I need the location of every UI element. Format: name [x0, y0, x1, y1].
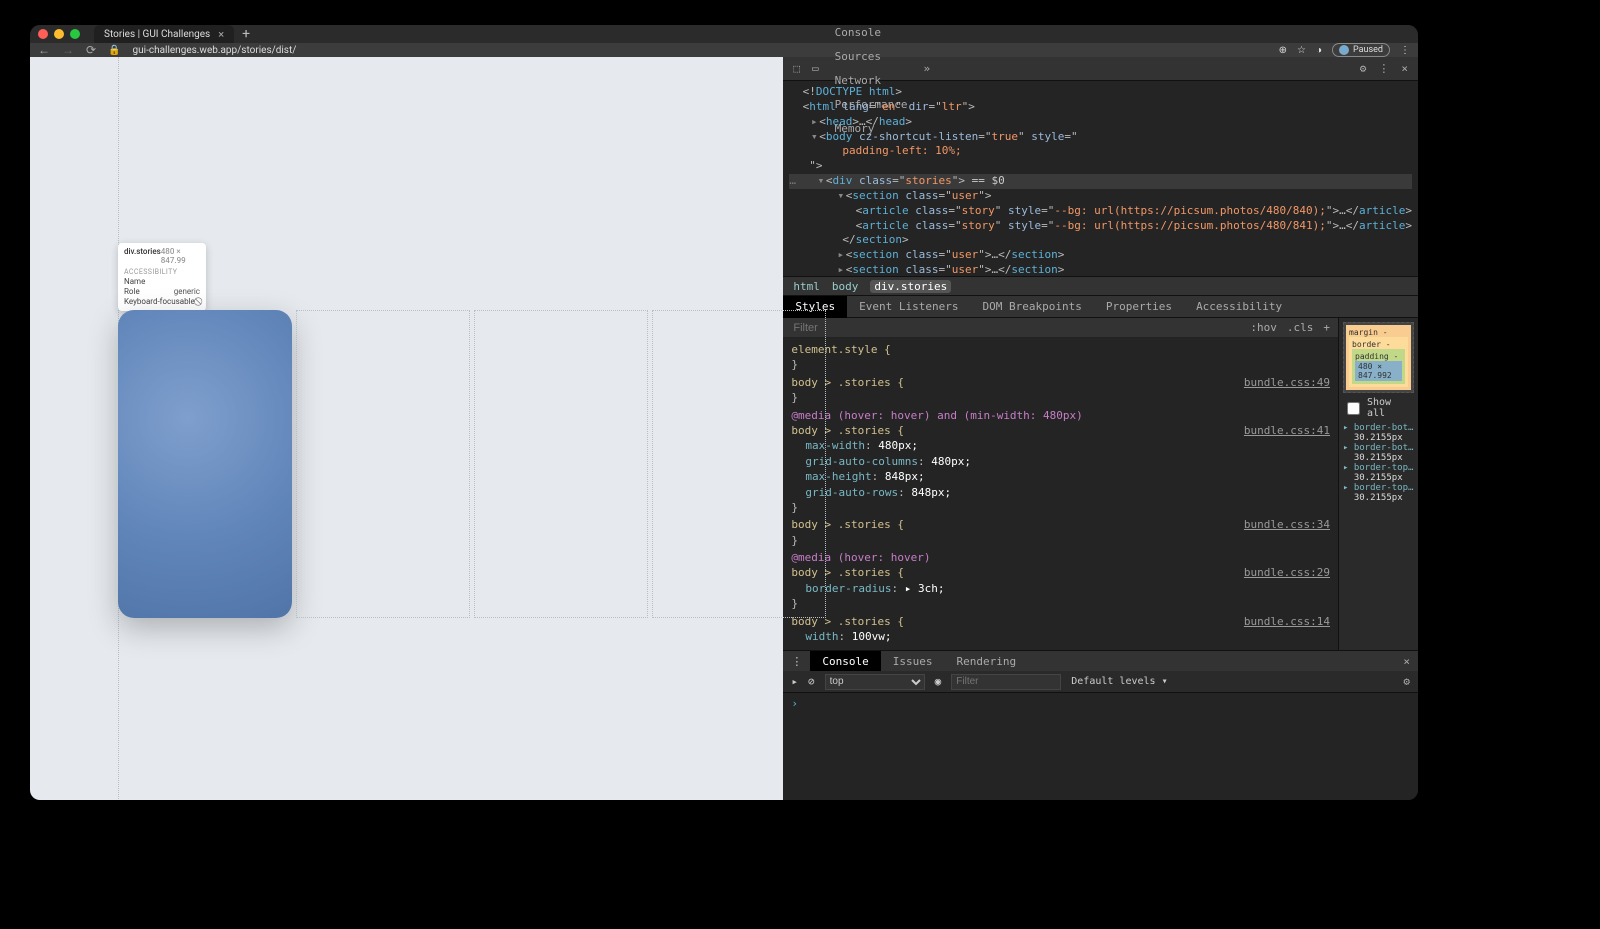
- styles-rules[interactable]: element.style {}body > .stories {bundle.…: [783, 338, 1338, 650]
- context-select[interactable]: top: [825, 674, 925, 690]
- browser-window: Stories | GUI Challenges × + ← → ⟳ 🔒 gui…: [30, 25, 1418, 800]
- tab-title: Stories | GUI Challenges: [104, 29, 210, 40]
- inspect-icon[interactable]: ⬚: [787, 62, 806, 75]
- console-kebab-icon[interactable]: ⋮: [783, 655, 810, 668]
- close-tab-icon[interactable]: ×: [218, 28, 224, 41]
- breadcrumb-item[interactable]: html: [793, 280, 820, 293]
- breadcrumb-item[interactable]: body: [832, 280, 859, 293]
- close-devtools-icon[interactable]: ×: [1395, 62, 1414, 75]
- console-body[interactable]: ›: [783, 693, 1418, 800]
- new-tab-button[interactable]: +: [242, 26, 250, 42]
- computed-sidebar: margin -border -padding -480 × 847.992 S…: [1338, 318, 1418, 650]
- console-drawer: ⋮ConsoleIssuesRendering × ▸ ⊘ top ◉ Defau…: [783, 650, 1418, 800]
- tooltip-selector: div.stories: [124, 247, 161, 265]
- console-prompt: ›: [791, 697, 798, 710]
- devtools-tab-sources[interactable]: Sources: [825, 45, 918, 69]
- bookmark-icon[interactable]: ☆: [1297, 45, 1306, 56]
- console-gear-icon[interactable]: ⚙: [1403, 675, 1410, 688]
- devtools-tabs: ⬚ ▭ ElementsConsoleSourcesNetworkPerform…: [783, 57, 1418, 81]
- gear-icon[interactable]: ⚙: [1354, 62, 1373, 75]
- reload-icon[interactable]: ⟳: [86, 43, 96, 57]
- minimize-window-icon[interactable]: [54, 29, 64, 39]
- element-inspect-tooltip: div.stories 480 × 847.99 ACCESSIBILITY N…: [118, 243, 206, 311]
- console-tab[interactable]: Issues: [881, 651, 945, 671]
- stories-container: [118, 310, 826, 618]
- styles-subtab[interactable]: Properties: [1094, 296, 1184, 318]
- new-style-icon[interactable]: +: [1323, 321, 1330, 334]
- maximize-window-icon[interactable]: [70, 29, 80, 39]
- console-tab[interactable]: Console: [810, 651, 880, 671]
- breadcrumb-item[interactable]: div.stories: [870, 280, 951, 293]
- styles-subtab[interactable]: Event Listeners: [847, 296, 970, 318]
- styles-filterbar: :hov .cls +: [783, 318, 1338, 338]
- url-text[interactable]: gui-challenges.web.app/stories/dist/: [133, 45, 1267, 56]
- eye-icon[interactable]: ◉: [935, 675, 942, 688]
- kebab-icon[interactable]: ⋮: [1372, 62, 1395, 75]
- lock-icon: 🔒: [108, 45, 120, 56]
- hov-toggle[interactable]: :hov: [1250, 321, 1277, 334]
- log-levels[interactable]: Default levels ▾: [1071, 676, 1167, 687]
- story-card[interactable]: [296, 310, 470, 618]
- dom-tree[interactable]: <!DOCTYPE html> <html lang="en" dir="ltr…: [783, 81, 1418, 276]
- console-tab[interactable]: Rendering: [945, 651, 1029, 671]
- paused-label: Paused: [1353, 45, 1383, 55]
- styles-subtabs: StylesEvent ListenersDOM BreakpointsProp…: [783, 296, 1418, 318]
- tooltip-section: ACCESSIBILITY: [124, 268, 200, 276]
- styles-subtab[interactable]: DOM Breakpoints: [970, 296, 1093, 318]
- styles-subtab[interactable]: Accessibility: [1184, 296, 1294, 318]
- console-tabs: ⋮ConsoleIssuesRendering ×: [783, 651, 1418, 671]
- traffic-lights: [38, 29, 80, 39]
- devtools-panel: ⬚ ▭ ElementsConsoleSourcesNetworkPerform…: [783, 57, 1418, 800]
- more-tabs-icon[interactable]: »: [918, 62, 937, 75]
- browser-tabbar: Stories | GUI Challenges × +: [30, 25, 1418, 43]
- browser-urlbar: ← → ⟳ 🔒 gui-challenges.web.app/stories/d…: [30, 43, 1418, 57]
- rendered-page[interactable]: div.stories 480 × 847.99 ACCESSIBILITY N…: [30, 57, 783, 800]
- devtools-tab-console[interactable]: Console: [825, 25, 918, 45]
- clear-console-icon[interactable]: ⊘: [808, 675, 815, 688]
- story-card[interactable]: [652, 310, 826, 618]
- cls-toggle[interactable]: .cls: [1287, 321, 1314, 334]
- close-window-icon[interactable]: [38, 29, 48, 39]
- story-card[interactable]: [474, 310, 648, 618]
- close-drawer-icon[interactable]: ×: [1395, 655, 1418, 668]
- back-icon[interactable]: ←: [38, 43, 50, 57]
- show-all-toggle[interactable]: Show all: [1343, 397, 1414, 419]
- forward-icon[interactable]: →: [62, 43, 74, 57]
- menu-icon[interactable]: ⋮: [1400, 45, 1410, 56]
- console-filter-input[interactable]: [951, 674, 1061, 690]
- search-icon[interactable]: ⊕: [1279, 45, 1287, 56]
- browser-tab[interactable]: Stories | GUI Challenges ×: [94, 25, 234, 43]
- show-all-checkbox[interactable]: [1347, 402, 1360, 415]
- avatar-icon: [1339, 45, 1349, 55]
- show-all-label: Show all: [1367, 397, 1414, 419]
- dom-breadcrumb[interactable]: html body div.stories: [783, 276, 1418, 296]
- sidebar-toggle-icon[interactable]: ▸: [791, 675, 798, 688]
- profile-paused[interactable]: Paused: [1332, 43, 1390, 57]
- extension-icon[interactable]: ◑: [1316, 45, 1322, 56]
- device-toggle-icon[interactable]: ▭: [806, 62, 825, 75]
- console-toolbar: ▸ ⊘ top ◉ Default levels ▾ ⚙: [783, 671, 1418, 693]
- box-model: margin -border -padding -480 × 847.992: [1343, 322, 1414, 393]
- computed-properties: ▸ border-bot… 30.2155px▸ border-bot… 30.…: [1343, 423, 1414, 503]
- tooltip-dimensions: 480 × 847.99: [161, 247, 200, 265]
- story-card[interactable]: [118, 310, 292, 618]
